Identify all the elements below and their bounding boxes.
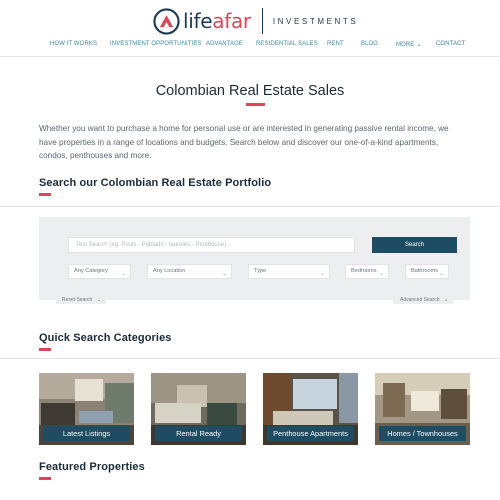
nav-residential-sales[interactable]: RESIDENTIAL SALES (256, 41, 318, 47)
site-header: lifeafar INVESTMENTS HOW IT WORKS INVEST… (0, 0, 500, 57)
brand-name: lifeafar (183, 8, 251, 33)
category-card-homes-townhouses[interactable]: Homes / Townhouses (375, 373, 470, 445)
nav-advantage[interactable]: ADVANTAGE (206, 41, 243, 47)
chevron-down-icon: ⌄ (443, 297, 449, 303)
nav-investment-opportunities[interactable]: INVESTMENT OPPORTUNITIES (110, 41, 202, 47)
logo-divider (261, 8, 263, 34)
reset-search-label: Reset Search (62, 297, 93, 303)
brand-logo[interactable]: lifeafar INVESTMENTS (153, 6, 358, 36)
reset-search-button[interactable]: Reset Search ⌄ (56, 296, 106, 304)
nav-contact[interactable]: CONTACT (436, 41, 465, 47)
category-label: Homes / Townhouses (379, 426, 466, 441)
type-select-value: Type (254, 268, 267, 274)
bedrooms-select-value: Bedrooms (351, 268, 377, 274)
search-button[interactable]: Search (372, 237, 457, 253)
chevron-down-icon: ⌄ (319, 271, 325, 277)
nav-blog[interactable]: BLOG (361, 41, 378, 47)
brand-subtitle: INVESTMENTS (272, 16, 359, 26)
featured-properties-rule (39, 477, 51, 480)
chevron-down-icon: ⌄ (96, 297, 101, 303)
type-select[interactable]: Type ⌄ (248, 264, 330, 279)
featured-properties-title: Featured Properties (39, 461, 145, 473)
advanced-search-label: Advanced Search (400, 297, 440, 303)
nav-rent[interactable]: RENT (327, 41, 344, 47)
category-card-latest-listings[interactable]: Latest Listings (39, 373, 134, 445)
category-label: Penthouse Apartments (267, 426, 354, 441)
category-label: Rental Ready (155, 426, 242, 441)
quick-search-title: Quick Search Categories (39, 332, 172, 344)
chevron-down-icon: ⌄ (416, 42, 422, 48)
intro-text: Whether you want to purchase a home for … (39, 124, 449, 160)
search-input[interactable]: Text Search (eg: Pools - Poblado - laure… (68, 237, 355, 253)
category-select-value: Any Category (74, 268, 108, 274)
quick-search-rule (39, 348, 51, 351)
location-select[interactable]: Any Location ⌄ (147, 264, 232, 279)
search-section-rule (39, 193, 51, 196)
category-card-penthouse-apartments[interactable]: Penthouse Apartments (263, 373, 358, 445)
chevron-down-icon: ⌄ (120, 271, 126, 277)
location-select-value: Any Location (153, 268, 186, 274)
chevron-down-icon: ⌄ (221, 271, 227, 277)
search-section-title: Search our Colombian Real Estate Portfol… (39, 177, 272, 189)
title-accent-rule (246, 103, 265, 106)
bathrooms-select[interactable]: Bathrooms ⌄ (405, 264, 449, 279)
nav-how-it-works[interactable]: HOW IT WORKS (50, 41, 97, 47)
advanced-search-button[interactable]: Advanced Search ⌄ (393, 296, 453, 304)
bathrooms-select-value: Bathrooms (411, 268, 439, 274)
category-label: Latest Listings (43, 426, 130, 441)
section-divider (0, 358, 500, 359)
chevron-down-icon: ⌄ (438, 271, 444, 277)
main-nav: HOW IT WORKS INVESTMENT OPPORTUNITIES AD… (0, 41, 500, 53)
bedrooms-select[interactable]: Bedrooms ⌄ (345, 264, 389, 279)
chevron-down-icon: ⌄ (378, 271, 384, 277)
search-panel: Text Search (eg: Pools - Poblado - laure… (39, 217, 470, 300)
nav-more[interactable]: MORE ⌄ (396, 41, 422, 48)
category-select[interactable]: Any Category ⌄ (68, 264, 131, 279)
category-card-rental-ready[interactable]: Rental Ready (151, 373, 246, 445)
logo-mark-icon (153, 7, 180, 35)
section-divider (0, 206, 500, 207)
page-title: Colombian Real Estate Sales (155, 83, 345, 99)
nav-more-label: MORE (396, 42, 415, 48)
